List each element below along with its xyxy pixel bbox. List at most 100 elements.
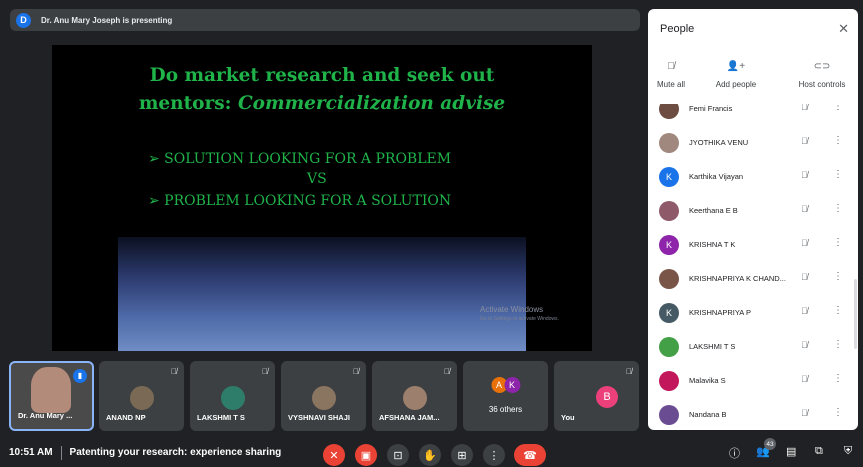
participant-list-scrollbar[interactable] bbox=[854, 279, 857, 349]
avatar bbox=[659, 104, 679, 119]
meeting-title: Patenting your research: experience shar… bbox=[69, 447, 282, 458]
participant-row[interactable]: Malavika S 🎙̸ ⋮ bbox=[648, 364, 858, 398]
avatar bbox=[659, 337, 679, 357]
avatar: K bbox=[659, 167, 679, 187]
more-options-button[interactable]: ⋮ bbox=[483, 444, 505, 466]
more-vert-icon[interactable]: ⋮ bbox=[833, 271, 843, 282]
mic-off-icon: 🎙̸ bbox=[801, 408, 808, 418]
slide-vs: VS bbox=[307, 171, 327, 187]
more-vert-icon[interactable]: ⋮ bbox=[833, 237, 843, 248]
participant-row[interactable]: Femi Francis 🎙̸ ⋮ bbox=[648, 104, 858, 126]
avatar: K bbox=[659, 303, 679, 323]
participant-tile[interactable]: 🎙̸ LAKSHMI T S bbox=[190, 361, 275, 431]
participant-row[interactable]: K KRISHNA T K 🎙̸ ⋮ bbox=[648, 228, 858, 262]
leave-call-button[interactable]: ☎ bbox=[514, 444, 546, 466]
mic-toggle-button[interactable]: ✕ bbox=[323, 444, 345, 466]
captions-icon: ⊡ bbox=[393, 449, 403, 462]
mute-all-label: Mute all bbox=[656, 80, 685, 89]
participant-name: Karthika Vijayan bbox=[689, 172, 744, 181]
more-vert-icon[interactable]: ⋮ bbox=[833, 169, 843, 180]
avatar bbox=[659, 371, 679, 391]
participant-row[interactable]: LAKSHMI T S 🎙̸ ⋮ bbox=[648, 330, 858, 364]
mic-off-icon: 🎙̸ bbox=[353, 367, 359, 376]
mic-off-icon: 🎙̸ bbox=[801, 238, 808, 248]
slide-bullet-1: ➢ SOLUTION LOOKING FOR A PROBLEM bbox=[148, 151, 452, 167]
present-icon: ⊞ bbox=[457, 449, 467, 462]
participant-row[interactable]: K Karthika Vijayan 🎙̸ ⋮ bbox=[648, 160, 858, 194]
more-vert-icon: ⋮ bbox=[488, 449, 500, 462]
avatar bbox=[659, 269, 679, 289]
participant-row[interactable]: KRISHNAPRIYA K CHAND... 🎙̸ ⋮ bbox=[648, 262, 858, 296]
activities-icon[interactable]: ⧉ bbox=[815, 445, 823, 458]
mic-off-icon: 🎙̸ bbox=[667, 61, 675, 72]
participant-tile[interactable]: 🎙̸ ANAND NP bbox=[99, 361, 184, 431]
slide-gradient bbox=[118, 237, 526, 351]
participant-name: Malavika S bbox=[689, 376, 726, 385]
avatar bbox=[659, 201, 679, 221]
more-vert-icon[interactable]: ⋮ bbox=[833, 305, 843, 316]
mic-off-icon: 🎙̸ bbox=[801, 104, 808, 112]
more-vert-icon[interactable]: ⋮ bbox=[833, 135, 843, 146]
add-person-icon: 👤+ bbox=[726, 61, 746, 72]
mic-off-icon: 🎙̸ bbox=[801, 204, 808, 214]
more-vert-icon[interactable]: ⋮ bbox=[833, 104, 843, 112]
avatar bbox=[129, 386, 154, 410]
mic-off-icon: 🎙̸ bbox=[626, 367, 632, 376]
others-tile[interactable]: A K 36 others bbox=[463, 361, 548, 431]
participant-row[interactable]: Nandana B 🎙̸ ⋮ bbox=[648, 398, 858, 430]
hand-icon: ✋ bbox=[423, 449, 437, 462]
participant-list: Femi Francis 🎙̸ ⋮ JYOTHIKA VENU 🎙̸ ⋮ K K… bbox=[648, 104, 858, 430]
presenter-avatar: D bbox=[16, 12, 31, 28]
add-people-label: Add people bbox=[715, 80, 757, 89]
avatar bbox=[220, 386, 245, 410]
more-vert-icon[interactable]: ⋮ bbox=[833, 203, 843, 214]
self-tile[interactable]: 🎙̸ B You bbox=[554, 361, 639, 431]
participant-tile[interactable]: 🎙̸ VYSHNAVI SHAJI bbox=[281, 361, 366, 431]
divider bbox=[60, 445, 62, 460]
slide-title-line1: Do market research and seek out bbox=[149, 65, 495, 86]
participant-tile[interactable]: 🎙̸ AFSHANA JAM... bbox=[372, 361, 457, 431]
host-safety-icon[interactable]: ⛨ bbox=[844, 445, 852, 458]
tile-name: VYSHNAVI SHAJI bbox=[288, 413, 350, 422]
tile-name: AFSHANA JAM... bbox=[379, 413, 440, 422]
avatar bbox=[402, 386, 427, 410]
chat-icon[interactable]: ▤ bbox=[786, 445, 796, 458]
avatar bbox=[311, 386, 336, 410]
meeting-time: 10:51 AM bbox=[9, 447, 53, 458]
activate-windows-watermark: Activate Windows bbox=[480, 305, 544, 314]
presenter-video bbox=[31, 367, 71, 413]
info-icon[interactable]: ⓘ bbox=[729, 445, 740, 461]
presenter-status-text: Dr. Anu Mary Joseph is presenting bbox=[41, 15, 173, 25]
avatar: B bbox=[596, 386, 618, 408]
raise-hand-button[interactable]: ✋ bbox=[419, 444, 441, 466]
speaking-indicator-icon: ▮ bbox=[73, 369, 87, 383]
camera-off-icon: ▣ bbox=[360, 449, 372, 462]
participant-row[interactable]: K KRISHNAPRIYA P 🎙̸ ⋮ bbox=[648, 296, 858, 330]
participant-row[interactable]: Keerthana E B 🎙̸ ⋮ bbox=[648, 194, 858, 228]
more-vert-icon[interactable]: ⋮ bbox=[833, 373, 843, 384]
participant-tile-presenter[interactable]: ▮ Dr. Anu Mary ... bbox=[9, 361, 94, 431]
slide-bullet-2: ➢ PROBLEM LOOKING FOR A SOLUTION bbox=[148, 193, 452, 209]
participant-name: JYOTHIKA VENU bbox=[689, 138, 749, 147]
participant-name: KRISHNA T K bbox=[689, 240, 736, 249]
captions-button[interactable]: ⊡ bbox=[387, 444, 409, 466]
tile-name: You bbox=[561, 413, 575, 422]
mic-off-icon: 🎙̸ bbox=[444, 367, 450, 376]
tile-name: ANAND NP bbox=[106, 413, 146, 422]
participant-name: Nandana B bbox=[689, 410, 727, 419]
presenter-banner: D Dr. Anu Mary Joseph is presenting bbox=[10, 9, 640, 31]
avatar: K bbox=[504, 377, 520, 393]
more-vert-icon[interactable]: ⋮ bbox=[833, 407, 843, 418]
slide-title-line2-plain: mentors: bbox=[138, 93, 238, 114]
mute-all-button[interactable]: 🎙̸ Mute all bbox=[654, 61, 688, 89]
host-controls-button[interactable]: ⊂⊃ Host controls bbox=[790, 61, 854, 89]
participant-row[interactable]: JYOTHIKA VENU 🎙̸ ⋮ bbox=[648, 126, 858, 160]
camera-toggle-button[interactable]: ▣ bbox=[355, 444, 377, 466]
mic-off-icon: 🎙̸ bbox=[801, 136, 808, 146]
activate-windows-subtext: Go to Settings to activate Windows. bbox=[480, 316, 559, 322]
add-people-button[interactable]: 👤+ Add people bbox=[701, 61, 771, 89]
more-vert-icon[interactable]: ⋮ bbox=[833, 339, 843, 350]
close-icon[interactable]: ✕ bbox=[838, 21, 849, 37]
present-button[interactable]: ⊞ bbox=[451, 444, 473, 466]
hang-up-icon: ☎ bbox=[523, 449, 537, 462]
